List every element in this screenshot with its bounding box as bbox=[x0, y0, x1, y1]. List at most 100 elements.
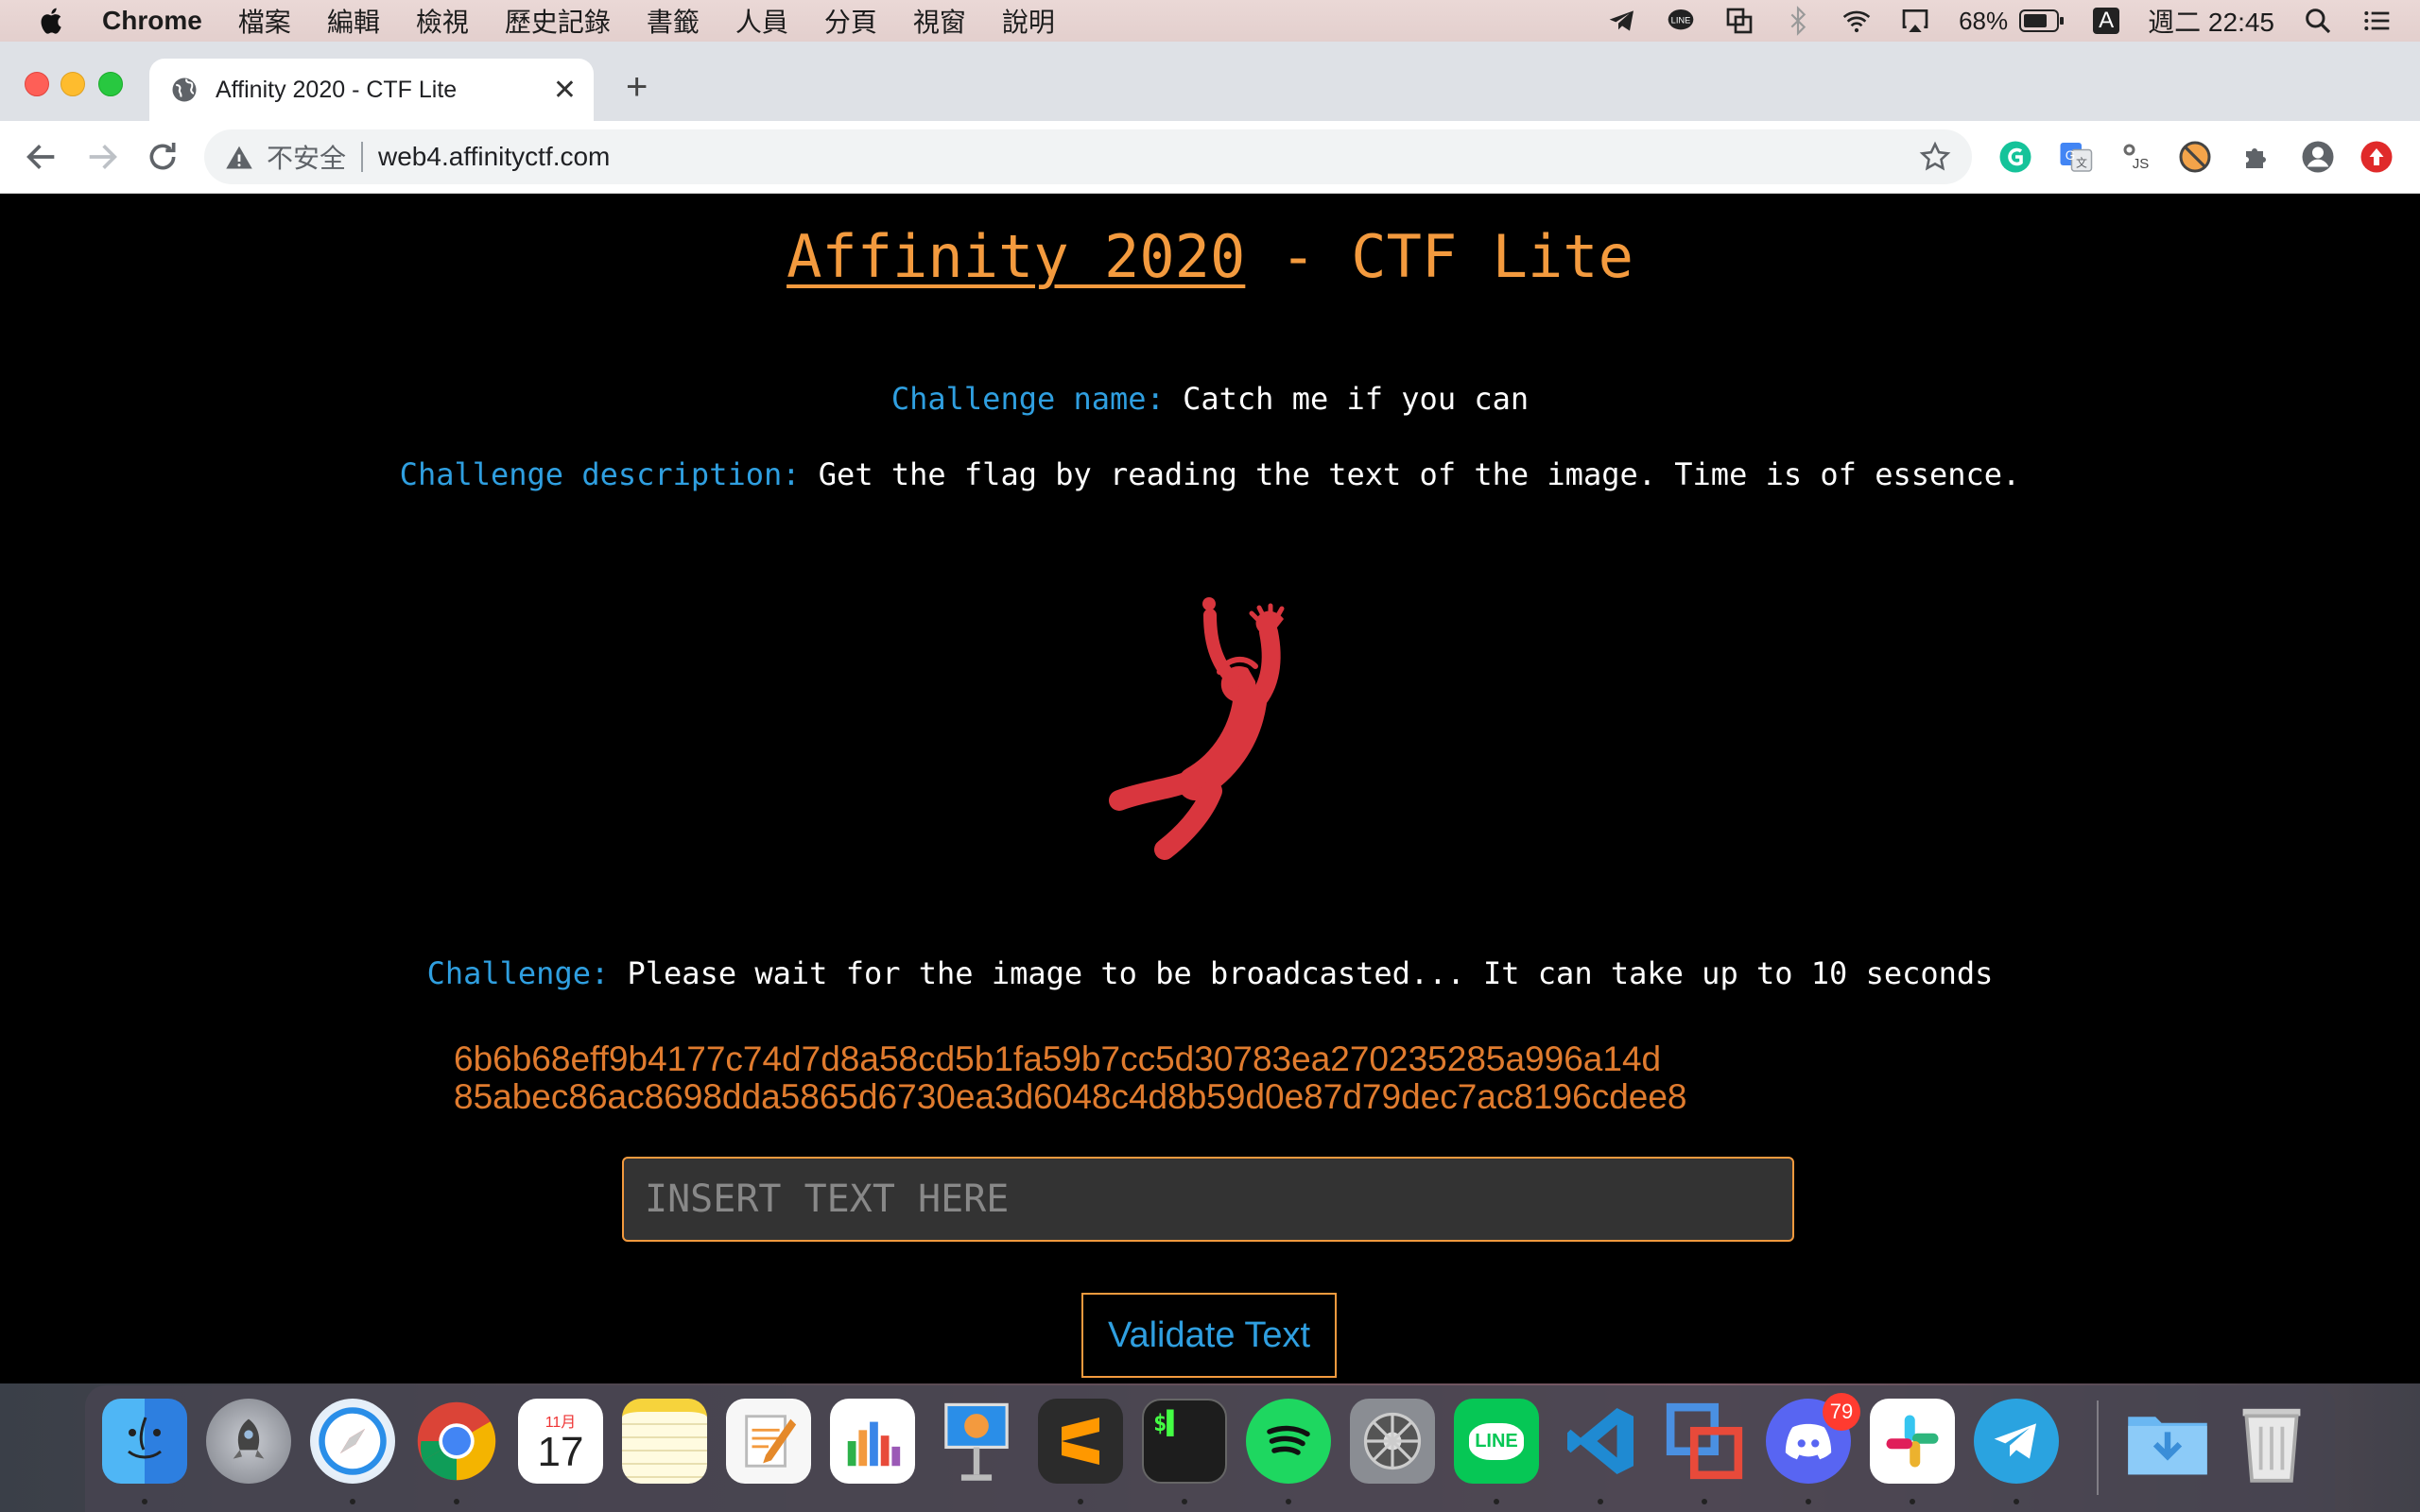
bookmark-star-icon[interactable] bbox=[1919, 141, 1951, 173]
url-text[interactable]: web4.affinityctf.com bbox=[378, 142, 610, 172]
line-status-icon[interactable]: LINE bbox=[1666, 6, 1696, 36]
calendar-icon[interactable]: 11月 17 bbox=[518, 1399, 603, 1484]
challenge-description-label: Challenge description: bbox=[399, 456, 801, 492]
safari-icon[interactable] bbox=[310, 1399, 395, 1484]
menu-view[interactable]: 檢視 bbox=[416, 2, 469, 40]
sublime-running-indicator bbox=[1078, 1499, 1083, 1504]
sublime-text-icon[interactable] bbox=[1038, 1399, 1123, 1484]
menubar-clock[interactable]: 週二 22:45 bbox=[2148, 2, 2274, 40]
new-tab-button[interactable]: + bbox=[626, 66, 648, 109]
forward-arrow-icon[interactable] bbox=[83, 138, 121, 176]
menu-file[interactable]: 檔案 bbox=[238, 2, 291, 40]
safari-running-indicator bbox=[350, 1499, 355, 1504]
notes-icon[interactable] bbox=[622, 1399, 707, 1484]
finder-face-icon bbox=[128, 1417, 162, 1459]
svg-text:JS: JS bbox=[2133, 156, 2150, 172]
spotlight-search-icon[interactable] bbox=[2303, 6, 2333, 36]
pages-icon[interactable] bbox=[726, 1399, 811, 1484]
menu-people[interactable]: 人員 bbox=[735, 2, 788, 40]
svg-text:文: 文 bbox=[2076, 156, 2087, 170]
chrome-icon[interactable] bbox=[414, 1399, 499, 1484]
system-preferences-icon[interactable] bbox=[1350, 1399, 1435, 1484]
window-close-button[interactable] bbox=[25, 72, 49, 96]
remote-desktop-icon[interactable] bbox=[1662, 1399, 1747, 1484]
grammarly-extension-icon[interactable] bbox=[1998, 140, 2032, 174]
menu-bookmarks[interactable]: 書籤 bbox=[647, 2, 700, 40]
trash-icon[interactable] bbox=[2229, 1399, 2314, 1484]
profile-avatar-icon[interactable] bbox=[2301, 140, 2335, 174]
validate-text-button[interactable]: Validate Text bbox=[1081, 1293, 1337, 1378]
spotify-icon[interactable] bbox=[1246, 1399, 1331, 1484]
macos-dock: 11月 17 $▌ LINE 79 bbox=[85, 1385, 2335, 1512]
vscode-icon[interactable] bbox=[1558, 1399, 1643, 1484]
notification-center-icon[interactable] bbox=[2361, 6, 2392, 36]
vscode-logo-icon bbox=[1567, 1408, 1634, 1474]
battery-percentage: 68% bbox=[1959, 6, 2009, 35]
line-app-icon[interactable]: LINE bbox=[1454, 1399, 1539, 1484]
blocker-extension-icon[interactable] bbox=[2178, 140, 2212, 174]
challenge-hash: 6b6b68eff9b4177c74d7d8a58cd5b1fa59b7cc5d… bbox=[454, 1040, 1687, 1116]
window-minimize-button[interactable] bbox=[60, 72, 85, 96]
line-running-indicator bbox=[1494, 1499, 1499, 1504]
update-available-icon[interactable] bbox=[2360, 140, 2394, 174]
back-arrow-icon[interactable] bbox=[23, 138, 60, 176]
bar-chart-icon bbox=[847, 1421, 901, 1467]
discord-running-indicator bbox=[1806, 1499, 1811, 1504]
battery-icon[interactable] bbox=[2019, 9, 2065, 33]
reload-icon[interactable] bbox=[144, 138, 182, 176]
pen-paper-icon bbox=[745, 1415, 797, 1468]
security-status-label[interactable]: 不安全 bbox=[267, 138, 346, 176]
tab-close-icon[interactable]: ✕ bbox=[553, 74, 577, 107]
challenge-name-label: Challenge name: bbox=[890, 381, 1165, 417]
home-link[interactable]: Affinity 2020 bbox=[786, 222, 1245, 291]
macos-menu-bar: Chrome 檔案 編輯 檢視 歷史記錄 書籤 人員 分頁 視窗 說明 LINE… bbox=[0, 0, 2420, 42]
svg-text:G: G bbox=[2066, 148, 2076, 163]
answer-text-input[interactable] bbox=[622, 1157, 1794, 1242]
address-divider bbox=[361, 142, 364, 172]
menu-app-name[interactable]: Chrome bbox=[102, 6, 202, 36]
trash-can-icon bbox=[2242, 1408, 2301, 1483]
globe-icon bbox=[172, 77, 197, 102]
overlapping-windows-icon bbox=[1666, 1402, 1743, 1480]
gear-icon bbox=[1363, 1412, 1422, 1470]
keynote-icon[interactable] bbox=[934, 1399, 1019, 1484]
finder-icon[interactable] bbox=[102, 1399, 187, 1484]
compass-icon bbox=[319, 1407, 387, 1475]
telegram-status-icon[interactable] bbox=[1607, 6, 1637, 36]
wifi-icon[interactable] bbox=[1841, 6, 1872, 36]
airplay-icon[interactable] bbox=[1900, 6, 1930, 36]
page-title: Affinity 2020 - CTF Lite bbox=[0, 222, 2420, 291]
tab-title: Affinity 2020 - CTF Lite bbox=[216, 76, 458, 103]
menu-edit[interactable]: 編輯 bbox=[327, 2, 380, 40]
web-page: Affinity 2020 - CTF Lite Challenge name:… bbox=[0, 194, 2420, 1512]
terminal-running-indicator bbox=[1182, 1499, 1187, 1504]
hash-line-2: 85abec86ac8698dda5865d6730ea3d6048c4d8b5… bbox=[454, 1077, 1687, 1116]
slack-logo-icon bbox=[1886, 1415, 1939, 1468]
downloads-folder-icon[interactable] bbox=[2125, 1399, 2210, 1484]
apple-menu-icon[interactable] bbox=[36, 5, 68, 37]
browser-tab-active[interactable]: Affinity 2020 - CTF Lite ✕ bbox=[149, 59, 594, 121]
remote-desktop-running-indicator bbox=[1702, 1499, 1707, 1504]
window-zoom-button[interactable] bbox=[98, 72, 123, 96]
numbers-icon[interactable] bbox=[830, 1399, 915, 1484]
chrome-running-indicator bbox=[454, 1499, 459, 1504]
address-bar[interactable]: 不安全 web4.affinityctf.com bbox=[204, 129, 1972, 184]
not-secure-warning-icon[interactable] bbox=[225, 144, 253, 170]
menu-help[interactable]: 說明 bbox=[1002, 2, 1055, 40]
js-extension-icon[interactable]: JS bbox=[2119, 140, 2153, 174]
bluetooth-icon[interactable] bbox=[1783, 6, 1813, 36]
launchpad-icon[interactable] bbox=[206, 1399, 291, 1484]
menu-tab[interactable]: 分頁 bbox=[824, 2, 877, 40]
slack-icon[interactable] bbox=[1870, 1399, 1955, 1484]
extensions-puzzle-icon[interactable] bbox=[2240, 140, 2274, 174]
telegram-icon[interactable] bbox=[1974, 1399, 2059, 1484]
menu-history[interactable]: 歷史記錄 bbox=[505, 2, 611, 40]
window-switch-icon[interactable] bbox=[1724, 6, 1754, 36]
hash-line-1: 6b6b68eff9b4177c74d7d8a58cd5b1fa59b7cc5d… bbox=[454, 1040, 1662, 1078]
menu-window[interactable]: 視窗 bbox=[913, 2, 966, 40]
download-folder-icon bbox=[2128, 1417, 2207, 1475]
input-source-badge[interactable]: A bbox=[2093, 8, 2120, 34]
terminal-icon[interactable]: $▌ bbox=[1142, 1399, 1227, 1484]
discord-icon[interactable]: 79 bbox=[1766, 1393, 1860, 1484]
google-translate-extension-icon[interactable]: G文 bbox=[2059, 140, 2093, 174]
